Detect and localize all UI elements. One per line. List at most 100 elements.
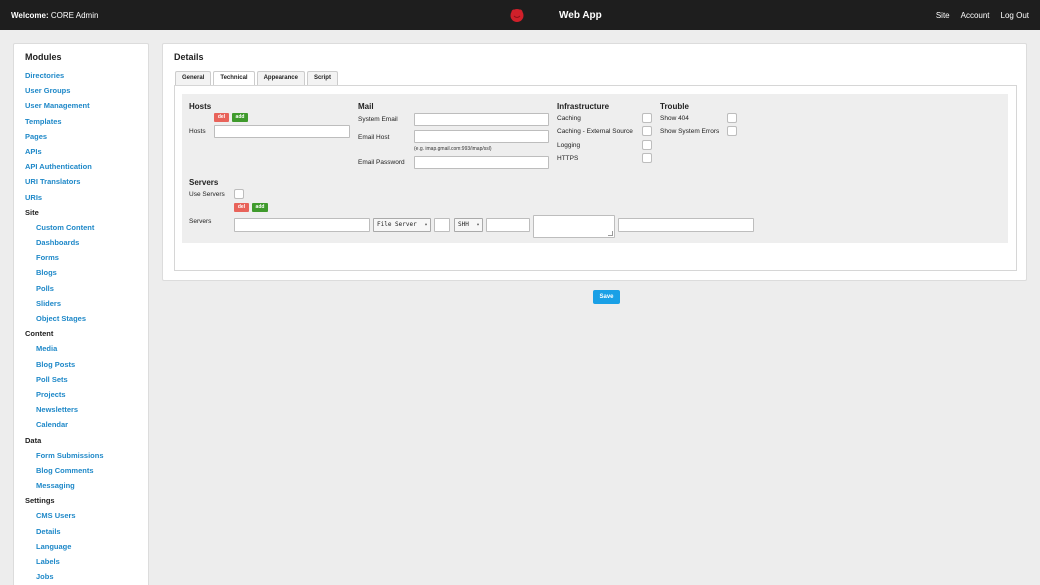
sidebar-item-dashboards[interactable]: Dashboards	[25, 235, 137, 250]
technical-tab-content: Hosts del add Hosts Mail System Email Em…	[174, 85, 1017, 304]
hosts-input[interactable]	[214, 125, 350, 138]
servers-add-button[interactable]: add	[252, 203, 268, 212]
sidebar-item-jobs[interactable]: Jobs	[25, 569, 137, 584]
servers-del-button[interactable]: del	[234, 203, 249, 212]
https-checkbox[interactable]	[642, 153, 652, 163]
sidebar-item-calendar[interactable]: Calendar	[25, 417, 137, 432]
server-type-select[interactable]: File Server ▾	[373, 218, 431, 232]
email-password-label: Email Password	[358, 159, 405, 166]
email-password-input[interactable]	[414, 156, 549, 169]
sidebar-group-content: Content	[25, 329, 54, 339]
resize-grip-icon[interactable]	[608, 231, 613, 236]
nav-site-link[interactable]: Site	[936, 11, 950, 20]
system-email-label: System Email	[358, 116, 398, 123]
caching-label: Caching	[557, 115, 581, 122]
top-nav: Site Account Log Out	[936, 11, 1029, 20]
welcome-user: CORE Admin	[50, 11, 99, 20]
email-host-hint: (e.g. imap.gmail.com:993/imap/ssl)	[414, 146, 492, 152]
sidebar-items: Directories User Groups User Management Tem…	[25, 68, 137, 584]
hosts-add-button[interactable]: add	[232, 113, 248, 122]
sidebar-item-object-stages[interactable]: Object Stages	[25, 311, 137, 326]
sidebar-group-data: Data	[25, 435, 42, 445]
caching-external-checkbox[interactable]	[642, 126, 652, 136]
server-protocol-select[interactable]: SHH ▾	[454, 218, 483, 232]
hosts-del-button[interactable]: del	[214, 113, 229, 122]
tab-technical[interactable]: Technical	[213, 71, 255, 86]
trouble-section-title: Trouble	[660, 102, 689, 111]
show-404-label: Show 404	[660, 115, 689, 122]
email-host-input[interactable]	[414, 130, 549, 143]
sidebar-item-templates[interactable]: Templates	[25, 114, 137, 129]
app-title: Web App	[559, 10, 602, 21]
hosts-section-title: Hosts	[189, 102, 212, 111]
sidebar-item-blog-posts[interactable]: Blog Posts	[25, 357, 137, 372]
use-servers-label: Use Servers	[189, 191, 225, 198]
https-label: HTTPS	[557, 155, 579, 162]
sidebar-item-newsletters[interactable]: Newsletters	[25, 402, 137, 417]
details-panel: Details General Technical Appearance Scr…	[162, 43, 1027, 304]
sidebar-item-poll-sets[interactable]: Poll Sets	[25, 372, 137, 387]
caching-checkbox[interactable]	[642, 113, 652, 123]
save-button[interactable]: Save	[593, 290, 620, 304]
server-protocol-value: SHH	[458, 221, 469, 228]
server-port-input[interactable]	[486, 218, 530, 232]
sidebar-item-messaging[interactable]: Messaging	[25, 478, 137, 493]
sidebar-group-settings: Settings	[25, 496, 55, 506]
email-host-label: Email Host	[358, 134, 390, 141]
sidebar-item-form-submissions[interactable]: Form Submissions	[25, 448, 137, 463]
mail-section-title: Mail	[358, 102, 374, 111]
server-host-input[interactable]	[234, 218, 370, 232]
sidebar-item-user-management[interactable]: User Management	[25, 98, 137, 113]
dropdown-arrow-icon: ▾	[424, 222, 428, 228]
nav-account-link[interactable]: Account	[961, 11, 990, 20]
sidebar-item-directories[interactable]: Directories	[25, 68, 137, 83]
sidebar-group-site: Site	[25, 207, 39, 217]
sidebar-item-language[interactable]: Language	[25, 539, 137, 554]
server-notes-textarea[interactable]	[533, 215, 615, 238]
dropdown-arrow-icon: ▾	[476, 222, 480, 228]
system-email-input[interactable]	[414, 113, 549, 126]
use-servers-checkbox[interactable]	[234, 189, 244, 199]
sidebar-item-custom-content[interactable]: Custom Content	[25, 220, 137, 235]
tab-bar: General Technical Appearance Script	[175, 71, 338, 86]
server-small-input[interactable]	[434, 218, 450, 232]
sidebar-item-uri-translators[interactable]: URI Translators	[25, 174, 137, 189]
sidebar-title: Modules	[25, 52, 62, 62]
sidebar-item-uris[interactable]: URIs	[25, 190, 137, 205]
hosts-field-label: Hosts	[189, 128, 206, 135]
tab-script[interactable]: Script	[306, 71, 338, 85]
infrastructure-section-title: Infrastructure	[557, 102, 610, 111]
sidebar-item-projects[interactable]: Projects	[25, 387, 137, 402]
sidebar-item-forms[interactable]: Forms	[25, 250, 137, 265]
sidebar-item-sliders[interactable]: Sliders	[25, 296, 137, 311]
servers-row-label: Servers	[189, 218, 212, 225]
welcome-label: Welcome:	[11, 11, 49, 20]
welcome-text: Welcome: CORE Admin	[11, 11, 98, 20]
tab-general[interactable]: General	[175, 71, 212, 85]
logging-checkbox[interactable]	[642, 140, 652, 150]
show-system-errors-checkbox[interactable]	[727, 126, 737, 136]
sidebar-item-details[interactable]: Details	[25, 524, 137, 539]
caching-external-label: Caching - External Source	[557, 128, 633, 135]
sidebar-item-pages[interactable]: Pages	[25, 129, 137, 144]
sidebar-item-apis[interactable]: APIs	[25, 144, 137, 159]
nav-logout-link[interactable]: Log Out	[1001, 11, 1029, 20]
server-extra-input[interactable]	[618, 218, 754, 232]
sidebar-item-labels[interactable]: Labels	[25, 554, 137, 569]
page-title: Details	[174, 52, 204, 62]
logging-label: Logging	[557, 142, 581, 149]
sidebar-item-cms-users[interactable]: CMS Users	[25, 508, 137, 523]
show-404-checkbox[interactable]	[727, 113, 737, 123]
sidebar-item-user-groups[interactable]: User Groups	[25, 83, 137, 98]
sidebar-item-media[interactable]: Media	[25, 341, 137, 356]
tab-appearance[interactable]: Appearance	[256, 71, 305, 85]
servers-section-title: Servers	[189, 178, 219, 187]
technical-settings-box: Hosts del add Hosts Mail System Email Em…	[182, 94, 1008, 243]
server-type-value: File Server	[377, 221, 417, 228]
sidebar-item-blogs[interactable]: Blogs	[25, 265, 137, 280]
sidebar-item-blog-comments[interactable]: Blog Comments	[25, 463, 137, 478]
show-system-errors-label: Show System Errors	[660, 128, 720, 135]
sidebar-item-polls[interactable]: Polls	[25, 281, 137, 296]
app-logo-icon	[510, 9, 524, 22]
sidebar-item-api-authentication[interactable]: API Authentication	[25, 159, 137, 174]
